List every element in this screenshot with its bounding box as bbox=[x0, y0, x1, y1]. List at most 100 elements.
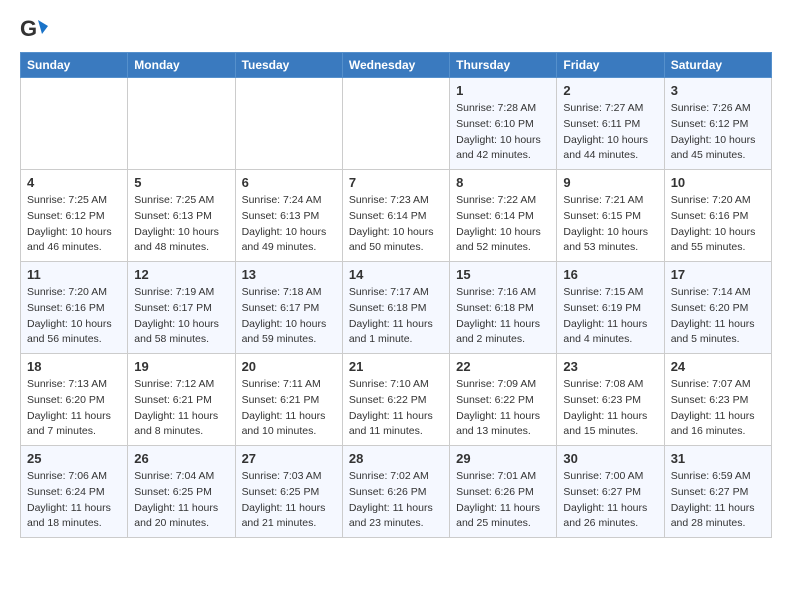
calendar-cell: 27Sunrise: 7:03 AMSunset: 6:25 PMDayligh… bbox=[235, 446, 342, 538]
day-number: 6 bbox=[242, 175, 336, 190]
day-info: Sunrise: 7:12 AMSunset: 6:21 PMDaylight:… bbox=[134, 377, 228, 440]
calendar-cell bbox=[21, 78, 128, 170]
calendar-cell: 3 Sunrise: 7:26 AMSunset: 6:12 PMDaylight… bbox=[664, 78, 771, 170]
day-number: 31 bbox=[671, 451, 765, 466]
calendar-cell: 10Sunrise: 7:20 AMSunset: 6:16 PMDayligh… bbox=[664, 170, 771, 262]
calendar-cell: 11 Sunrise: 7:20 AMSunset: 6:16 PMDayligh… bbox=[21, 262, 128, 354]
day-info: Sunrise: 7:03 AMSunset: 6:25 PMDaylight:… bbox=[242, 469, 336, 532]
weekday-header-saturday: Saturday bbox=[664, 53, 771, 78]
logo: G bbox=[20, 16, 50, 44]
day-info: Sunrise: 7:02 AMSunset: 6:26 PMDaylight:… bbox=[349, 469, 443, 532]
calendar-cell: 26 Sunrise: 7:04 AMSunset: 6:25 PMDayligh… bbox=[128, 446, 235, 538]
day-info: Sunrise: 7:13 AMSunset: 6:20 PMDaylight:… bbox=[27, 377, 121, 440]
day-info: Sunrise: 7:19 AMSunset: 6:17 PMDaylight:… bbox=[134, 285, 228, 348]
day-info: Sunrise: 7:04 AMSunset: 6:25 PMDaylight:… bbox=[134, 469, 228, 532]
day-info: Sunrise: 7:08 AMSunset: 6:23 PMDaylight:… bbox=[563, 377, 657, 440]
day-number: 2 bbox=[563, 83, 657, 98]
calendar-cell: 9 Sunrise: 7:21 AMSunset: 6:15 PMDaylight… bbox=[557, 170, 664, 262]
day-number: 9 bbox=[563, 175, 657, 190]
day-number: 16 bbox=[563, 267, 657, 282]
calendar-cell: 2 Sunrise: 7:27 AMSunset: 6:11 PMDaylight… bbox=[557, 78, 664, 170]
calendar-week-row: 11 Sunrise: 7:20 AMSunset: 6:16 PMDayligh… bbox=[21, 262, 772, 354]
day-info: Sunrise: 7:16 AMSunset: 6:18 PMDaylight:… bbox=[456, 285, 550, 348]
day-number: 13 bbox=[242, 267, 336, 282]
day-number: 11 bbox=[27, 267, 121, 282]
day-number: 28 bbox=[349, 451, 443, 466]
calendar-cell bbox=[235, 78, 342, 170]
calendar-cell: 6 Sunrise: 7:24 AMSunset: 6:13 PMDaylight… bbox=[235, 170, 342, 262]
day-info: Sunrise: 7:20 AMSunset: 6:16 PMDaylight:… bbox=[27, 285, 121, 348]
day-info: Sunrise: 7:17 AMSunset: 6:18 PMDaylight:… bbox=[349, 285, 443, 348]
weekday-header-thursday: Thursday bbox=[450, 53, 557, 78]
day-number: 21 bbox=[349, 359, 443, 374]
calendar-cell: 31 Sunrise: 6:59 AMSunset: 6:27 PMDayligh… bbox=[664, 446, 771, 538]
weekday-header-sunday: Sunday bbox=[21, 53, 128, 78]
calendar-cell: 7 Sunrise: 7:23 AMSunset: 6:14 PMDaylight… bbox=[342, 170, 449, 262]
calendar-cell: 25 Sunrise: 7:06 AMSunset: 6:24 PMDayligh… bbox=[21, 446, 128, 538]
day-info: Sunrise: 7:26 AMSunset: 6:12 PMDaylight:… bbox=[671, 101, 765, 164]
day-number: 19 bbox=[134, 359, 228, 374]
calendar-cell: 8 Sunrise: 7:22 AMSunset: 6:14 PMDaylight… bbox=[450, 170, 557, 262]
day-info: Sunrise: 7:24 AMSunset: 6:13 PMDaylight:… bbox=[242, 193, 336, 256]
calendar-week-row: 18Sunrise: 7:13 AMSunset: 6:20 PMDayligh… bbox=[21, 354, 772, 446]
logo-icon: G bbox=[20, 16, 48, 44]
calendar-table: SundayMondayTuesdayWednesdayThursdayFrid… bbox=[20, 52, 772, 538]
calendar-cell: 15 Sunrise: 7:16 AMSunset: 6:18 PMDayligh… bbox=[450, 262, 557, 354]
calendar-cell: 1 Sunrise: 7:28 AMSunset: 6:10 PMDaylight… bbox=[450, 78, 557, 170]
calendar-cell bbox=[342, 78, 449, 170]
day-number: 7 bbox=[349, 175, 443, 190]
day-number: 26 bbox=[134, 451, 228, 466]
weekday-header-friday: Friday bbox=[557, 53, 664, 78]
day-info: Sunrise: 7:01 AMSunset: 6:26 PMDaylight:… bbox=[456, 469, 550, 532]
day-info: Sunrise: 7:09 AMSunset: 6:22 PMDaylight:… bbox=[456, 377, 550, 440]
day-info: Sunrise: 7:00 AMSunset: 6:27 PMDaylight:… bbox=[563, 469, 657, 532]
calendar-cell: 23Sunrise: 7:08 AMSunset: 6:23 PMDayligh… bbox=[557, 354, 664, 446]
calendar-cell bbox=[128, 78, 235, 170]
day-number: 22 bbox=[456, 359, 550, 374]
calendar-cell: 16 Sunrise: 7:15 AMSunset: 6:19 PMDayligh… bbox=[557, 262, 664, 354]
day-number: 15 bbox=[456, 267, 550, 282]
day-info: Sunrise: 7:18 AMSunset: 6:17 PMDaylight:… bbox=[242, 285, 336, 348]
calendar-cell: 18Sunrise: 7:13 AMSunset: 6:20 PMDayligh… bbox=[21, 354, 128, 446]
day-number: 17 bbox=[671, 267, 765, 282]
day-number: 4 bbox=[27, 175, 121, 190]
day-number: 3 bbox=[671, 83, 765, 98]
calendar-cell: 4 Sunrise: 7:25 AMSunset: 6:12 PMDaylight… bbox=[21, 170, 128, 262]
calendar-week-row: 4 Sunrise: 7:25 AMSunset: 6:12 PMDaylight… bbox=[21, 170, 772, 262]
day-number: 24 bbox=[671, 359, 765, 374]
calendar-cell: 22 Sunrise: 7:09 AMSunset: 6:22 PMDayligh… bbox=[450, 354, 557, 446]
weekday-header-tuesday: Tuesday bbox=[235, 53, 342, 78]
calendar-cell: 21Sunrise: 7:10 AMSunset: 6:22 PMDayligh… bbox=[342, 354, 449, 446]
weekday-header-monday: Monday bbox=[128, 53, 235, 78]
day-info: Sunrise: 7:21 AMSunset: 6:15 PMDaylight:… bbox=[563, 193, 657, 256]
day-number: 5 bbox=[134, 175, 228, 190]
day-number: 14 bbox=[349, 267, 443, 282]
day-info: Sunrise: 7:22 AMSunset: 6:14 PMDaylight:… bbox=[456, 193, 550, 256]
calendar-cell: 30 Sunrise: 7:00 AMSunset: 6:27 PMDayligh… bbox=[557, 446, 664, 538]
calendar-cell: 19 Sunrise: 7:12 AMSunset: 6:21 PMDayligh… bbox=[128, 354, 235, 446]
day-number: 8 bbox=[456, 175, 550, 190]
day-number: 1 bbox=[456, 83, 550, 98]
weekday-header-wednesday: Wednesday bbox=[342, 53, 449, 78]
day-number: 12 bbox=[134, 267, 228, 282]
calendar-cell: 28 Sunrise: 7:02 AMSunset: 6:26 PMDayligh… bbox=[342, 446, 449, 538]
day-info: Sunrise: 7:11 AMSunset: 6:21 PMDaylight:… bbox=[242, 377, 336, 440]
calendar-week-row: 1 Sunrise: 7:28 AMSunset: 6:10 PMDaylight… bbox=[21, 78, 772, 170]
calendar-cell: 24Sunrise: 7:07 AMSunset: 6:23 PMDayligh… bbox=[664, 354, 771, 446]
day-info: Sunrise: 6:59 AMSunset: 6:27 PMDaylight:… bbox=[671, 469, 765, 532]
day-info: Sunrise: 7:25 AMSunset: 6:12 PMDaylight:… bbox=[27, 193, 121, 256]
day-number: 25 bbox=[27, 451, 121, 466]
day-info: Sunrise: 7:15 AMSunset: 6:19 PMDaylight:… bbox=[563, 285, 657, 348]
day-number: 30 bbox=[563, 451, 657, 466]
day-info: Sunrise: 7:28 AMSunset: 6:10 PMDaylight:… bbox=[456, 101, 550, 164]
calendar-cell: 13 Sunrise: 7:18 AMSunset: 6:17 PMDayligh… bbox=[235, 262, 342, 354]
day-info: Sunrise: 7:23 AMSunset: 6:14 PMDaylight:… bbox=[349, 193, 443, 256]
calendar-cell: 12 Sunrise: 7:19 AMSunset: 6:17 PMDayligh… bbox=[128, 262, 235, 354]
calendar-week-row: 25 Sunrise: 7:06 AMSunset: 6:24 PMDayligh… bbox=[21, 446, 772, 538]
day-info: Sunrise: 7:27 AMSunset: 6:11 PMDaylight:… bbox=[563, 101, 657, 164]
calendar-cell: 14 Sunrise: 7:17 AMSunset: 6:18 PMDayligh… bbox=[342, 262, 449, 354]
calendar-cell: 17Sunrise: 7:14 AMSunset: 6:20 PMDayligh… bbox=[664, 262, 771, 354]
svg-text:G: G bbox=[20, 16, 37, 41]
day-info: Sunrise: 7:06 AMSunset: 6:24 PMDaylight:… bbox=[27, 469, 121, 532]
day-number: 10 bbox=[671, 175, 765, 190]
